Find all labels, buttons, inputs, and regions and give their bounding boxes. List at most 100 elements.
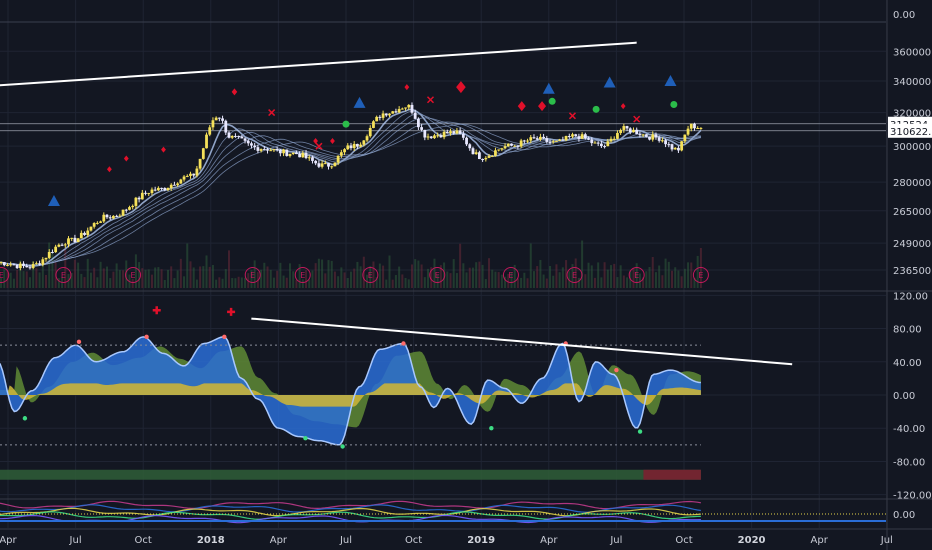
volume-bar [414,259,417,288]
candle-body [644,134,648,137]
volume-bar [526,278,529,288]
volume-bar [542,274,545,288]
volume-bar [346,277,349,288]
volume-bar [626,277,629,288]
candle-body [105,214,109,218]
candle-body [41,259,45,265]
time-axis-tick-label: Jul [880,535,893,546]
earnings-marker-text: E [131,271,136,280]
volume-bar [16,269,19,288]
volume-bar [600,277,603,288]
candle-body [359,144,363,147]
candle-body [632,129,635,133]
time-axis-tick-label: Apr [270,535,288,546]
candle-body [384,113,388,116]
earnings-marker-text: E [0,271,4,280]
candle-body [211,120,215,128]
candle-body [426,136,430,138]
volume-bar [353,268,356,288]
candle-body [323,163,327,165]
price-axis-tick-label: 360000.00 [893,47,932,58]
volume-bar [89,272,92,288]
earnings-marker-text: E [508,271,513,280]
earnings-marker-text: E [61,271,66,280]
candle-body [227,132,231,138]
oscillator-point [489,426,494,431]
signal-dot [548,97,556,105]
candle-body [131,205,135,208]
volume-bars [0,240,702,288]
candle-body [34,263,38,265]
candle-body [535,138,539,140]
volume-bar [359,266,362,288]
volume-bar [186,243,189,288]
volume-bar [667,261,670,288]
candle-body [140,192,144,200]
candle-body [189,173,192,176]
volume-bar [308,279,311,288]
volume-bar [167,269,170,288]
candle-body [590,139,594,144]
volume-bar [597,262,600,288]
volume-bar [282,275,285,288]
candle-body [311,157,314,161]
time-axis[interactable]: Apr Jul Oct 2018 Apr Jul Oct 2019 Apr Jul Oct 2020 A… [0,535,893,546]
volume-bar [674,267,677,288]
candle-body [641,134,645,136]
candle-body [278,149,282,154]
candle-body [538,136,542,140]
volume-bar [497,272,500,288]
candle-body [124,209,128,211]
price-axis-tick-label: 340000.00 [893,77,932,88]
candle-body [250,143,253,146]
signal-diamond [123,155,129,162]
price-axis[interactable]: 0.00360000.00340000.00320000.00300000.00… [888,10,932,521]
oscillator-point [144,334,149,340]
oscillator-axis-tick-label: 0.00 [893,391,915,402]
oscillator-axis-tick-label: 80.00 [893,325,922,336]
candle-body [593,142,597,144]
candle-body [519,140,523,147]
candle-body [115,215,119,217]
candle-body [173,184,176,186]
signal-diamond [161,146,166,153]
candle-body [372,121,375,128]
volume-bar [80,273,83,288]
volume-bar [285,277,288,288]
volume-bar [446,271,449,288]
volume-bar [327,260,330,288]
time-axis-tick-label: Apr [0,535,18,546]
candle-body [153,189,157,191]
price-trend-line[interactable] [0,41,637,87]
oscillator-trend-line[interactable] [251,317,793,366]
volume-bar [584,274,587,288]
volume-bar [471,267,474,288]
earnings-marker-text: E [368,271,373,280]
candle-body [603,146,606,148]
candle-body [561,139,565,141]
candle-body [304,153,308,159]
candle-body [680,141,684,151]
candle-body [86,230,90,235]
candle-body [272,149,276,151]
volume-bar [173,278,176,288]
candle-body [449,131,452,134]
volume-bar [266,266,269,288]
volume-bar [231,278,234,288]
volume-bar [555,264,558,288]
volume-bar [545,278,548,288]
volume-bar [288,263,291,288]
volume-bar [9,272,12,288]
candle-body [465,137,468,145]
candle-body [558,139,562,141]
volume-bar [529,243,532,288]
volume-bar [468,267,471,288]
volume-bar [35,268,38,288]
volume-bar [244,277,247,288]
volume-bar [449,273,452,288]
volume-bar [144,269,147,288]
signal-dot [670,101,678,109]
volume-bar [73,259,76,288]
candle-body [686,128,690,135]
volume-bar [645,271,648,288]
